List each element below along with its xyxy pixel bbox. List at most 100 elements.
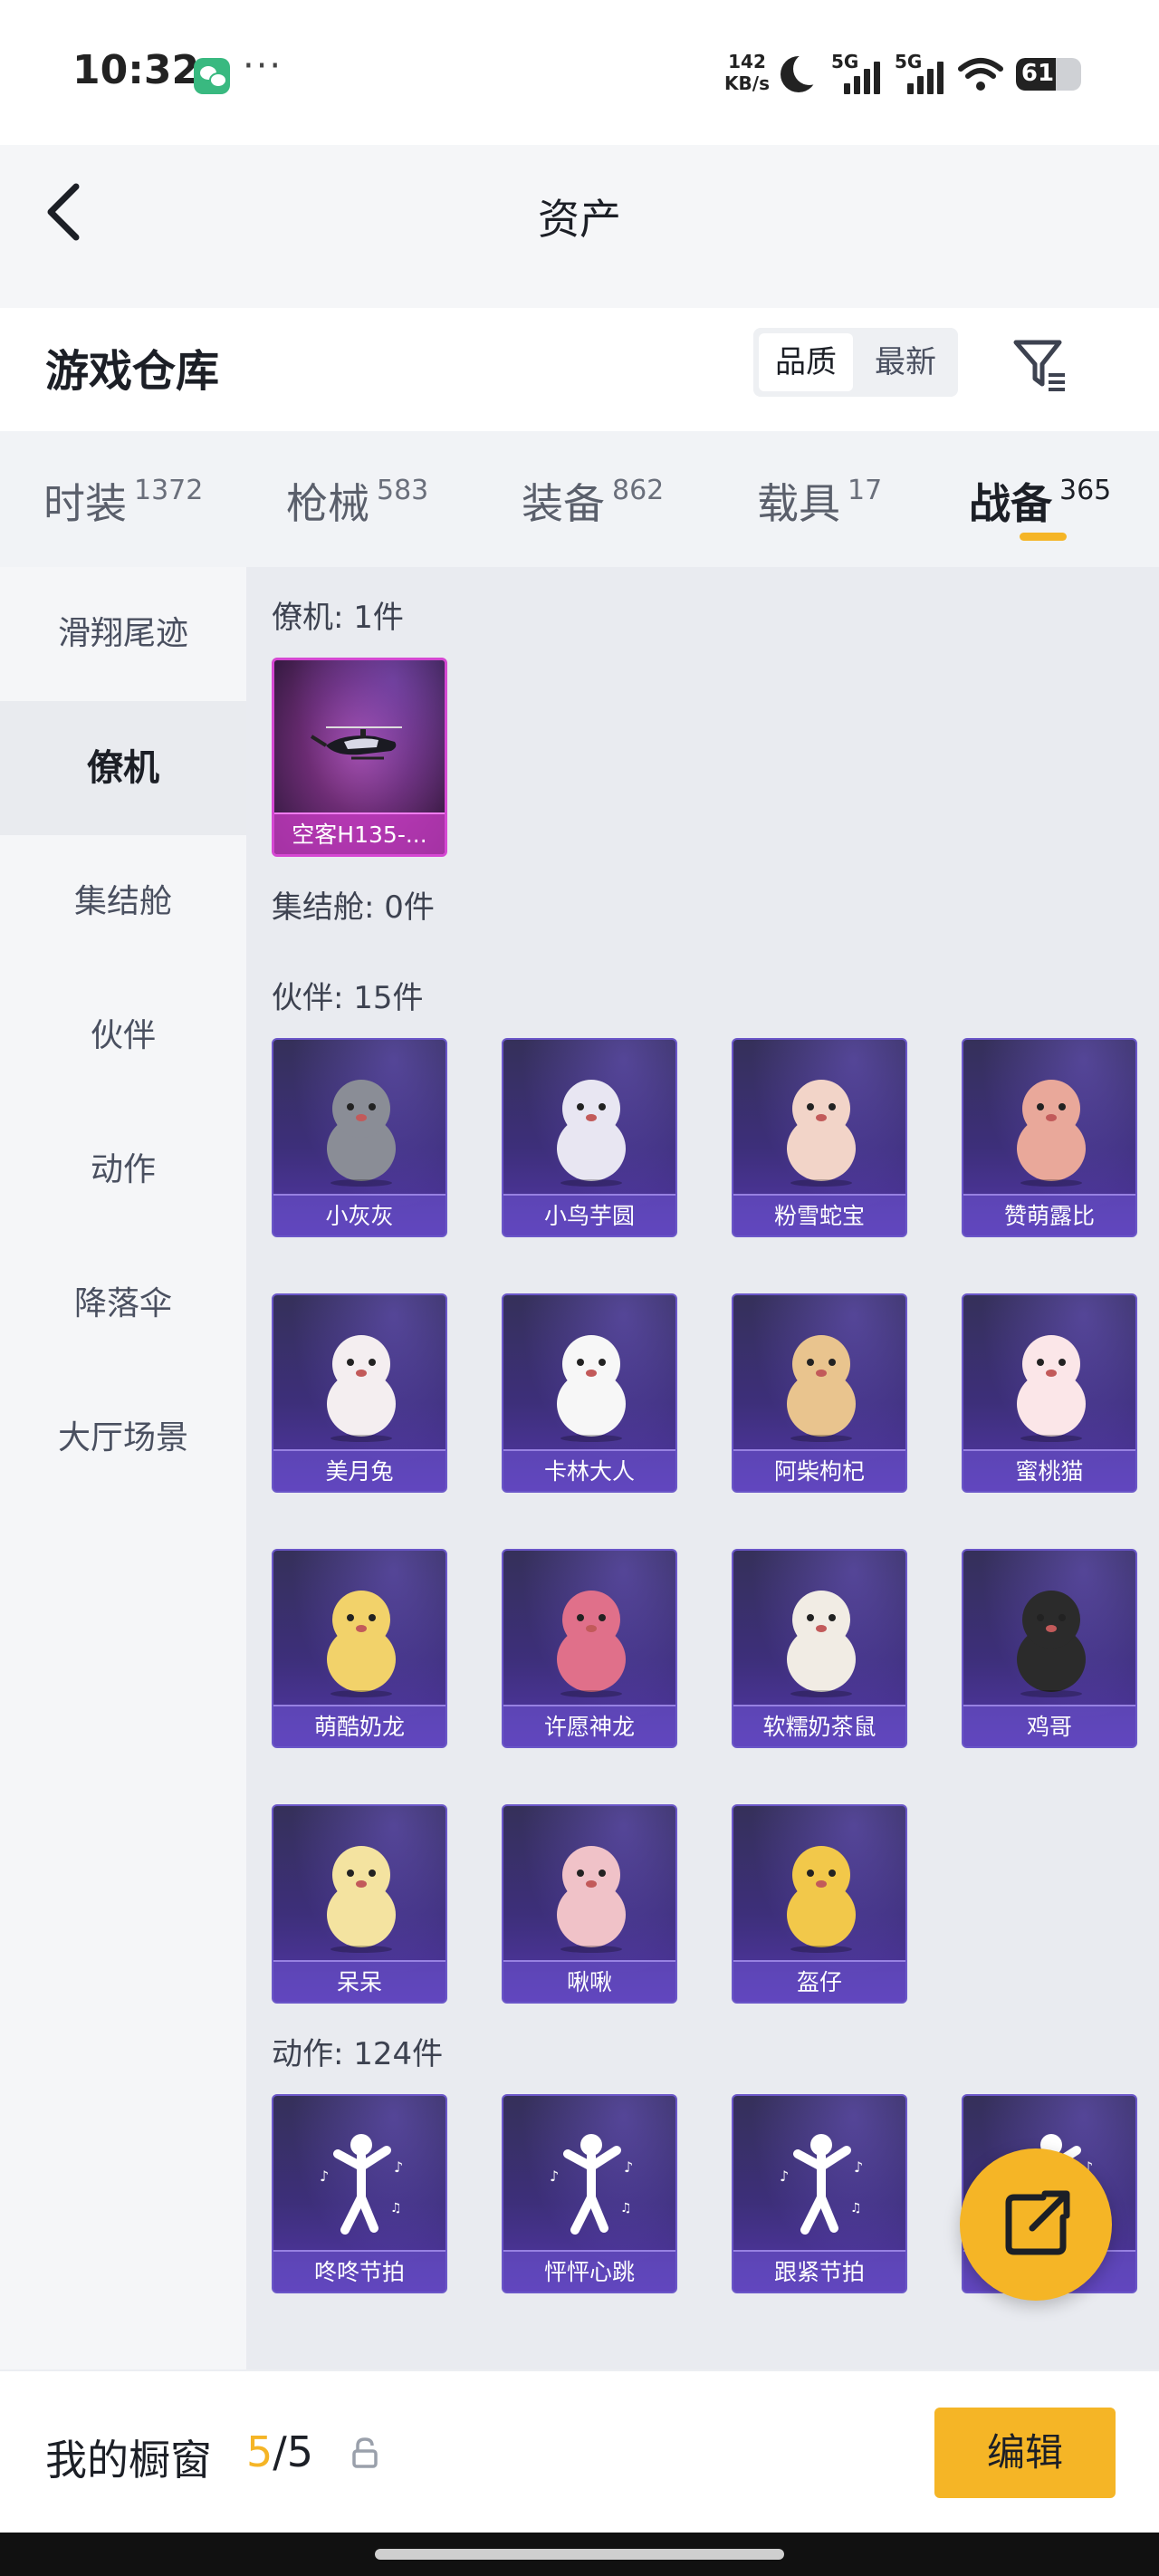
- item-label: 蜜桃猫: [963, 1449, 1135, 1491]
- warehouse-header: 游戏仓库 品质 最新: [0, 308, 1159, 431]
- svg-text:♪: ♪: [854, 2158, 863, 2176]
- status-time: 10:32: [72, 47, 200, 93]
- item-thumbnail: [767, 1828, 876, 1955]
- item-label: 小灰灰: [273, 1194, 445, 1235]
- item-card[interactable]: 美月兔: [272, 1293, 447, 1493]
- section-title-rally-pod: 集结舱: 0件: [272, 889, 435, 926]
- tab-count: 1372: [134, 475, 204, 506]
- item-label: 小鸟芋圆: [503, 1194, 675, 1235]
- item-label: 美月兔: [273, 1449, 445, 1491]
- item-card[interactable]: 卡林大人: [502, 1293, 677, 1493]
- item-thumbnail: [307, 1317, 416, 1444]
- item-card[interactable]: 啾啾: [502, 1804, 677, 2004]
- item-card[interactable]: 赞萌露比: [962, 1038, 1137, 1237]
- svg-text:♫: ♫: [850, 2201, 862, 2216]
- svg-text:♪: ♪: [780, 2167, 789, 2185]
- item-label: 阿柴枸杞: [733, 1449, 905, 1491]
- item-card[interactable]: 盔仔: [732, 1804, 907, 2004]
- sidebar-item-companion[interactable]: 伙伴: [0, 969, 246, 1103]
- item-card[interactable]: 许愿神龙: [502, 1549, 677, 1748]
- tab-fashion[interactable]: 时装 1372: [43, 471, 203, 534]
- sort-latest-button[interactable]: 最新: [858, 333, 953, 391]
- signal-label: 5G: [895, 51, 923, 72]
- item-thumbnail: [307, 1828, 416, 1955]
- battery-icon: 61: [1016, 58, 1081, 91]
- item-card[interactable]: 萌酷奶龙: [272, 1549, 447, 1748]
- item-thumbnail: [537, 1828, 646, 1955]
- home-indicator[interactable]: [375, 2549, 784, 2560]
- sidebar-item-parachute[interactable]: 降落伞: [0, 1237, 246, 1371]
- tab-battle-prep[interactable]: 战备 365: [969, 471, 1111, 534]
- sort-toggle: 品质 最新: [753, 328, 958, 397]
- item-thumbnail: [767, 1572, 876, 1699]
- svg-text:♪: ♪: [394, 2158, 403, 2176]
- wifi-icon: [958, 58, 1003, 91]
- item-thumbnail: [537, 1062, 646, 1188]
- tab-count: 583: [377, 475, 429, 506]
- sidebar: 滑翔尾迹 僚机 集结舱 伙伴 动作 降落伞 大厅场景: [0, 567, 246, 2369]
- item-card[interactable]: ♪ ♪ ♫ 跟紧节拍: [732, 2094, 907, 2293]
- tab-vehicles[interactable]: 载具 17: [757, 471, 882, 534]
- item-label: 软糯奶茶鼠: [733, 1705, 905, 1746]
- item-card[interactable]: 小灰灰: [272, 1038, 447, 1237]
- item-card[interactable]: 蜜桃猫: [962, 1293, 1137, 1493]
- item-thumbnail: [537, 1317, 646, 1444]
- tab-label: 战备: [969, 479, 1052, 528]
- item-card[interactable]: 阿柴枸杞: [732, 1293, 907, 1493]
- warehouse-title: 游戏仓库: [45, 346, 220, 397]
- showcase-count: 5/5: [246, 2427, 313, 2476]
- item-label: 鸡哥: [963, 1705, 1135, 1746]
- item-card[interactable]: 鸡哥: [962, 1549, 1137, 1748]
- tab-label: 枪械: [286, 479, 369, 528]
- item-label: 萌酷奶龙: [273, 1705, 445, 1746]
- active-tab-indicator: [1020, 533, 1067, 541]
- sort-quality-button[interactable]: 品质: [759, 333, 853, 391]
- battery-level: 61: [1020, 60, 1055, 87]
- lock-icon: [352, 2437, 378, 2468]
- tab-label: 时装: [43, 479, 127, 528]
- item-grid-panel: 僚机: 1件 空客H135-... 集结舱: 0件 伙伴: 15件 小灰灰 小鸟芋…: [246, 567, 1159, 2369]
- item-thumbnail: [307, 1572, 416, 1699]
- item-label: 许愿神龙: [503, 1705, 675, 1746]
- item-card[interactable]: 小鸟芋圆: [502, 1038, 677, 1237]
- tab-label: 载具: [757, 479, 840, 528]
- showcase-count-current: 5: [246, 2427, 273, 2476]
- item-card[interactable]: 空客H135-...: [272, 658, 447, 857]
- svg-text:♪: ♪: [624, 2158, 633, 2176]
- sidebar-item-glide-trail[interactable]: 滑翔尾迹: [0, 567, 246, 701]
- item-thumbnail: [997, 1062, 1106, 1188]
- item-thumbnail: ♪ ♪ ♫: [767, 2118, 876, 2244]
- signal-label: 5G: [831, 51, 859, 72]
- showcase-count-total: 5: [286, 2427, 314, 2476]
- item-card[interactable]: ♪ ♪ ♫ 怦怦心跳: [502, 2094, 677, 2293]
- showcase-label: 我的橱窗: [45, 2436, 212, 2485]
- svg-text:♪: ♪: [320, 2167, 329, 2185]
- item-card[interactable]: ♪ ♪ ♫ 咚咚节拍: [272, 2094, 447, 2293]
- edit-button[interactable]: 编辑: [934, 2408, 1116, 2498]
- item-label: 啾啾: [503, 1960, 675, 2002]
- sidebar-item-emote[interactable]: 动作: [0, 1103, 246, 1237]
- item-card[interactable]: 软糯奶茶鼠: [732, 1549, 907, 1748]
- tab-guns[interactable]: 枪械 583: [286, 471, 428, 534]
- moon-icon: [781, 53, 826, 92]
- item-label: 怦怦心跳: [503, 2250, 675, 2292]
- item-label: 赞萌露比: [963, 1194, 1135, 1235]
- tab-count: 17: [848, 475, 883, 506]
- tab-equipment[interactable]: 装备 862: [522, 471, 664, 534]
- more-icon: ···: [243, 45, 283, 87]
- section-title-companion: 伙伴: 15件: [272, 980, 424, 1016]
- sidebar-item-rally-pod[interactable]: 集结舱: [0, 835, 246, 969]
- item-label: 空客H135-...: [274, 812, 445, 854]
- item-card[interactable]: 粉雪蛇宝: [732, 1038, 907, 1237]
- filter-icon[interactable]: [1011, 335, 1068, 393]
- tab-count: 365: [1059, 475, 1112, 506]
- item-thumbnail: ♪ ♪ ♫: [537, 2118, 646, 2244]
- item-thumbnail: ♪ ♪ ♫: [307, 2118, 416, 2244]
- item-card[interactable]: 呆呆: [272, 1804, 447, 2004]
- sidebar-item-lobby-scene[interactable]: 大厅场景: [0, 1371, 246, 1505]
- item-label: 呆呆: [273, 1960, 445, 2002]
- sidebar-item-wingman[interactable]: 僚机: [0, 701, 246, 835]
- status-bar: 10:32 ··· 142 KB/s 5G 5G 61: [0, 0, 1159, 145]
- share-button[interactable]: [960, 2148, 1112, 2301]
- item-label: 盔仔: [733, 1960, 905, 2002]
